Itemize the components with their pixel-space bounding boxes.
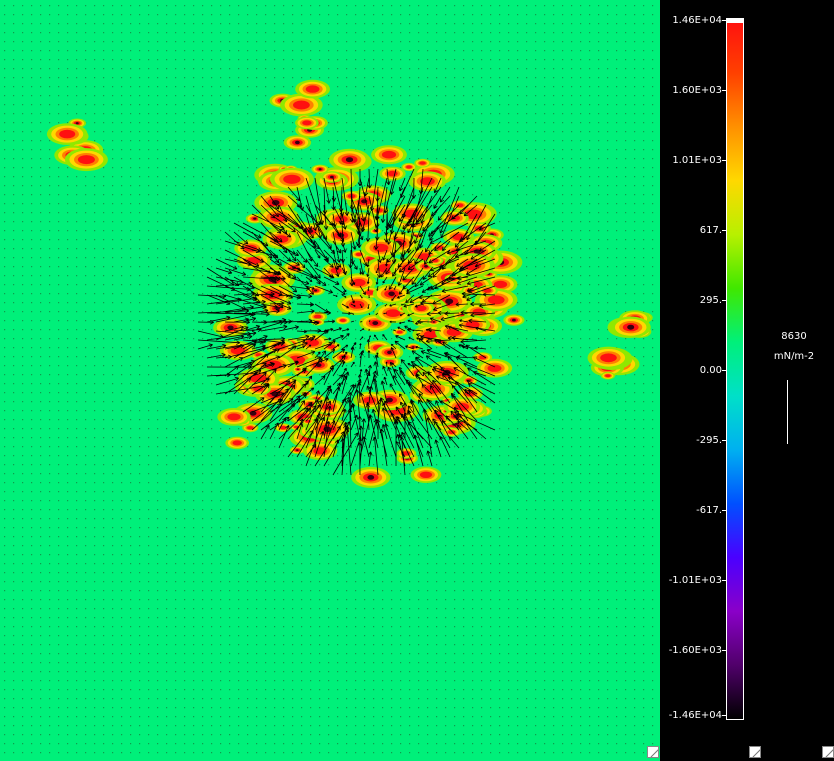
colorbar-tick-label: -1.46E+04 bbox=[668, 710, 722, 721]
scale-bar bbox=[787, 380, 788, 444]
resize-handle-icon[interactable] bbox=[647, 746, 659, 758]
colorbar-panel: 1.46E+04 1.60E+03 1.01E+03 617. 295. 0.0… bbox=[660, 0, 834, 761]
colorbar-tick-mark bbox=[722, 20, 726, 21]
colorbar-tick-label: 1.46E+04 bbox=[672, 15, 722, 26]
colorbar-tick-label: -1.01E+03 bbox=[668, 575, 722, 586]
colorbar-tick-mark bbox=[722, 650, 726, 651]
colorbar-tick-mark bbox=[722, 440, 726, 441]
colorbar-tick-label: 1.60E+03 bbox=[672, 85, 722, 96]
colorbar bbox=[726, 18, 744, 720]
colorbar-tick-mark bbox=[722, 300, 726, 301]
colorbar-tick-mark bbox=[722, 230, 726, 231]
scale-unit: mN/m-2 bbox=[773, 351, 815, 362]
colorbar-tick-mark bbox=[722, 580, 726, 581]
colorbar-tick-mark bbox=[722, 370, 726, 371]
vector-field-svg bbox=[3, 5, 654, 754]
scale-value: 8630 bbox=[781, 331, 807, 342]
colorbar-tick-label: 0.00 bbox=[699, 365, 722, 376]
traction-field-plot bbox=[0, 0, 660, 761]
colorbar-tick-label: 1.01E+03 bbox=[672, 155, 722, 166]
resize-handle-icon[interactable] bbox=[749, 746, 761, 758]
colorbar-tick-label: -1.60E+03 bbox=[668, 645, 722, 656]
colorbar-max-cap bbox=[727, 19, 743, 23]
resize-handle-icon[interactable] bbox=[822, 746, 834, 758]
grid-dots bbox=[3, 5, 654, 754]
colorbar-tick-label: 617. bbox=[699, 225, 722, 236]
colorbar-tick-mark bbox=[722, 90, 726, 91]
colorbar-tick-label: -295. bbox=[696, 435, 722, 446]
colorbar-tick-mark bbox=[722, 510, 726, 511]
colorbar-tick-label: 295. bbox=[699, 295, 722, 306]
colorbar-tick-mark bbox=[722, 715, 726, 716]
colorbar-tick-label: -617. bbox=[696, 505, 722, 516]
colorbar-tick-mark bbox=[722, 160, 726, 161]
stress-hotspots bbox=[46, 79, 653, 488]
